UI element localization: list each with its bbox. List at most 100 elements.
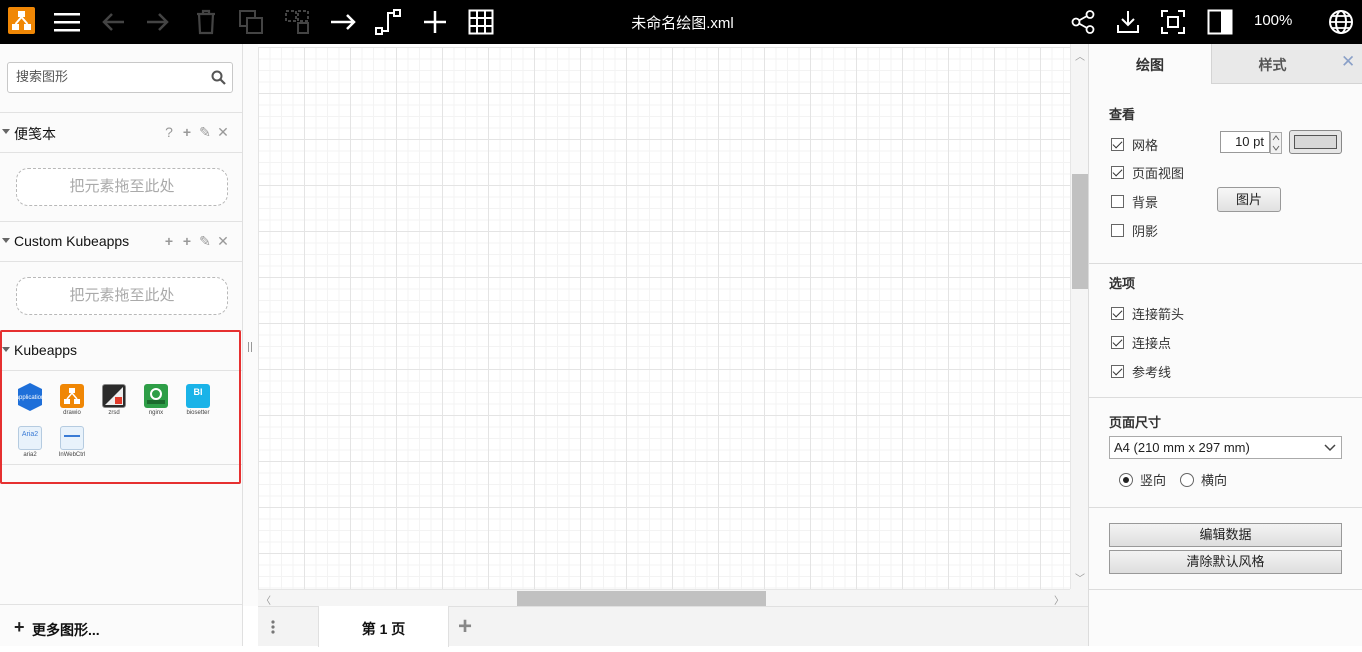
background-image-button[interactable]: 图片 <box>1217 187 1281 212</box>
drawio-logo-icon[interactable] <box>8 7 35 34</box>
section-title: 查看 <box>1109 107 1136 122</box>
to-front-icon[interactable] <box>236 4 266 40</box>
undo-icon[interactable] <box>98 4 128 40</box>
scroll-right-icon[interactable]: 〉 <box>1054 592 1064 607</box>
fullscreen-icon[interactable] <box>1158 4 1188 40</box>
shape-inwebctrl[interactable]: InWebCtrl <box>52 424 92 464</box>
checkbox-label: 参考线 <box>1132 365 1172 380</box>
shape-icon-text: application <box>16 395 45 401</box>
search-icon[interactable] <box>211 70 226 88</box>
grid-color-button[interactable] <box>1289 130 1342 154</box>
zrsd-icon <box>102 384 126 408</box>
connection-arrows-checkbox[interactable]: 连接箭头 <box>1111 304 1184 323</box>
language-globe-icon[interactable] <box>1326 4 1356 40</box>
more-shapes-button[interactable]: + 更多图形... <box>0 604 242 646</box>
landscape-radio[interactable]: 横向 <box>1180 470 1227 489</box>
shape-nginx[interactable]: nginx <box>136 382 176 422</box>
edit-icon[interactable]: ✎ <box>198 233 212 250</box>
custom-kubeapps-dropzone[interactable]: 把元素拖至此处 <box>16 277 228 315</box>
connector-arrow-icon[interactable] <box>328 4 358 40</box>
zoom-level[interactable]: 100% <box>1254 12 1292 29</box>
table-icon[interactable] <box>466 4 496 40</box>
add-icon[interactable]: + <box>180 233 194 250</box>
tab-diagram[interactable]: 绘图 <box>1089 44 1211 84</box>
edit-data-button[interactable]: 编辑数据 <box>1109 523 1342 547</box>
scroll-down-icon[interactable]: ﹀ <box>1075 570 1085 585</box>
edit-icon[interactable]: ✎ <box>198 124 212 141</box>
paper-size-select[interactable]: A4 (210 mm x 297 mm) <box>1109 436 1342 459</box>
collapse-triangle-icon[interactable] <box>2 129 10 134</box>
checkbox-box[interactable] <box>1111 195 1124 208</box>
vertical-scroll-thumb[interactable] <box>1072 174 1088 289</box>
help-icon[interactable]: ? <box>162 124 176 141</box>
shape-biosetter[interactable]: BI biosetter <box>178 382 218 422</box>
add-page-icon[interactable]: + <box>458 613 472 641</box>
checkbox-box[interactable] <box>1111 365 1124 378</box>
grid-size-input[interactable]: 10 pt <box>1220 131 1270 153</box>
close-panel-icon[interactable]: ✕ <box>1341 52 1355 72</box>
grid-size-stepper[interactable] <box>1270 132 1282 154</box>
sidebar-section-scratchpad[interactable]: 便笺本 ? + ✎ ✕ <box>0 112 242 153</box>
format-panel-icon[interactable] <box>1205 4 1235 40</box>
shape-icon-text: BI <box>193 387 203 397</box>
shape-drawio[interactable]: drawio <box>52 382 92 422</box>
plus-icon: + <box>14 617 25 637</box>
shape-application[interactable]: application <box>10 382 50 422</box>
pages-menu-icon[interactable] <box>270 619 280 638</box>
checkbox-box[interactable] <box>1111 336 1124 349</box>
checkbox-label: 连接箭头 <box>1132 307 1185 322</box>
close-icon[interactable]: ✕ <box>216 233 230 250</box>
section-title: 页面尺寸 <box>1109 415 1162 430</box>
shape-label: InWebCtrl <box>58 452 86 458</box>
portrait-radio[interactable]: 竖向 <box>1119 470 1166 489</box>
redo-icon[interactable] <box>143 4 173 40</box>
scratchpad-dropzone[interactable]: 把元素拖至此处 <box>16 168 228 206</box>
add-icon[interactable]: + <box>180 124 194 141</box>
sidebar-splitter[interactable] <box>243 44 258 606</box>
shape-aria2[interactable]: Aria2 aria2 <box>10 424 50 464</box>
checkbox-box[interactable] <box>1111 224 1124 237</box>
clear-default-style-button[interactable]: 清除默认风格 <box>1109 550 1342 574</box>
shape-label: biosetter <box>186 410 210 416</box>
scroll-left-icon[interactable]: 〈 <box>261 592 271 607</box>
radio-dot[interactable] <box>1119 472 1133 487</box>
horizontal-scrollbar[interactable]: 〈 〉 <box>258 589 1070 607</box>
page-view-checkbox[interactable]: 页面视图 <box>1111 163 1184 182</box>
sidebar-section-custom-kubeapps[interactable]: Custom Kubeapps + + ✎ ✕ <box>0 221 242 262</box>
splitter-grip-icon[interactable] <box>248 342 252 352</box>
to-back-icon[interactable] <box>282 4 312 40</box>
waypoints-icon[interactable] <box>373 4 403 40</box>
diagram-canvas[interactable] <box>258 47 1070 589</box>
hamburger-menu-icon[interactable] <box>52 4 82 40</box>
tab-style[interactable]: 样式 <box>1211 44 1333 84</box>
view-section: 查看 网格 页面视图 背景 阴影 <box>1089 84 1362 264</box>
search-input[interactable] <box>16 69 206 84</box>
close-icon[interactable]: ✕ <box>216 124 230 141</box>
checkbox-box[interactable] <box>1111 138 1124 151</box>
insert-plus-icon[interactable] <box>420 4 450 40</box>
paper-size-value: A4 (210 mm x 297 mm) <box>1114 440 1250 455</box>
horizontal-scroll-thumb[interactable] <box>517 591 766 606</box>
connection-points-checkbox[interactable]: 连接点 <box>1111 333 1171 352</box>
document-title[interactable]: 未命名绘图.xml <box>560 12 805 33</box>
export-icon[interactable] <box>1113 4 1143 40</box>
checkbox-box[interactable] <box>1111 307 1124 320</box>
scroll-up-icon[interactable]: ︿ <box>1075 48 1085 63</box>
add-icon[interactable]: + <box>162 233 176 250</box>
vertical-scrollbar[interactable]: ︿ ﹀ <box>1070 44 1088 589</box>
drawio-logo-icon <box>60 384 84 408</box>
format-panel: 绘图 样式 ✕ 查看 网格 页面视图 背景 阴影 10 pt 图片 选项 连接箭 <box>1088 44 1362 646</box>
background-checkbox[interactable]: 背景 <box>1111 192 1158 211</box>
tab-page-1[interactable]: 第 1 页 <box>318 606 449 647</box>
radio-label: 竖向 <box>1140 473 1167 488</box>
share-icon[interactable] <box>1068 4 1098 40</box>
radio-dot[interactable] <box>1180 472 1194 487</box>
delete-icon[interactable] <box>191 4 221 40</box>
collapse-triangle-icon[interactable] <box>2 238 10 243</box>
guides-checkbox[interactable]: 参考线 <box>1111 362 1171 381</box>
shadow-checkbox[interactable]: 阴影 <box>1111 221 1158 240</box>
checkbox-label: 连接点 <box>1132 336 1172 351</box>
shape-zrsd[interactable]: zrsd <box>94 382 134 422</box>
checkbox-box[interactable] <box>1111 166 1124 179</box>
grid-checkbox[interactable]: 网格 <box>1111 135 1158 154</box>
